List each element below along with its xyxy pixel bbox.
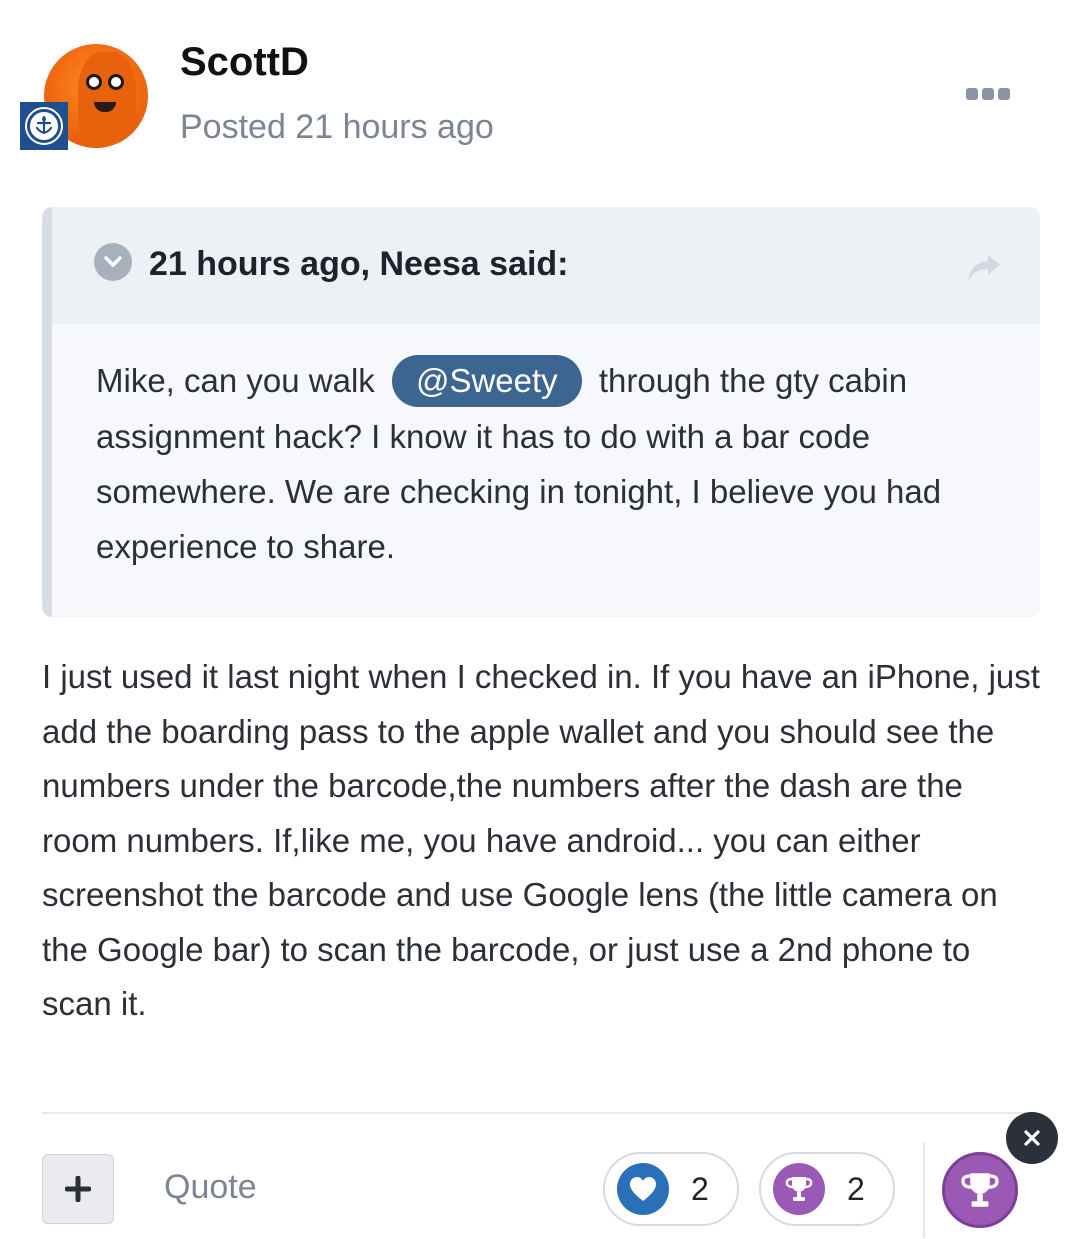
like-count: 2 xyxy=(691,1170,709,1207)
divider xyxy=(42,1112,1032,1114)
trophy-count: 2 xyxy=(847,1170,865,1207)
quote-text-before: Mike, can you walk xyxy=(96,362,375,399)
separator xyxy=(923,1142,925,1238)
quote-citation: 21 hours ago, Neesa said: xyxy=(149,245,569,283)
chevron-down-icon[interactable] xyxy=(94,243,132,281)
quote-text: Mike, can you walk @Sweety through the g… xyxy=(96,353,996,574)
trophy-reaction-button[interactable]: 2 xyxy=(759,1152,895,1226)
plus-icon xyxy=(65,1176,91,1202)
more-options-icon[interactable] xyxy=(966,88,1010,102)
group-badge-icon xyxy=(20,102,68,150)
trophy-icon xyxy=(773,1163,825,1215)
quote-header: 21 hours ago, Neesa said: xyxy=(52,207,1040,324)
mention-link[interactable]: @Sweety xyxy=(391,355,582,408)
share-arrow-icon[interactable] xyxy=(964,251,1004,285)
author-name[interactable]: ScottD xyxy=(180,40,309,85)
close-icon[interactable] xyxy=(1006,1112,1058,1164)
post-content: I just used it last night when I checked… xyxy=(42,658,1040,1022)
add-button[interactable] xyxy=(42,1154,114,1224)
quote-button[interactable]: Quote xyxy=(164,1168,257,1207)
heart-icon xyxy=(617,1163,669,1215)
quote-block: 21 hours ago, Neesa said: Mike, can you … xyxy=(42,207,1040,617)
post-timestamp: Posted 21 hours ago xyxy=(180,108,494,146)
post-header: ScottD Posted 21 hours ago xyxy=(0,0,1080,180)
like-reaction-button[interactable]: 2 xyxy=(603,1152,739,1226)
trophy-react-icon[interactable] xyxy=(942,1152,1018,1228)
